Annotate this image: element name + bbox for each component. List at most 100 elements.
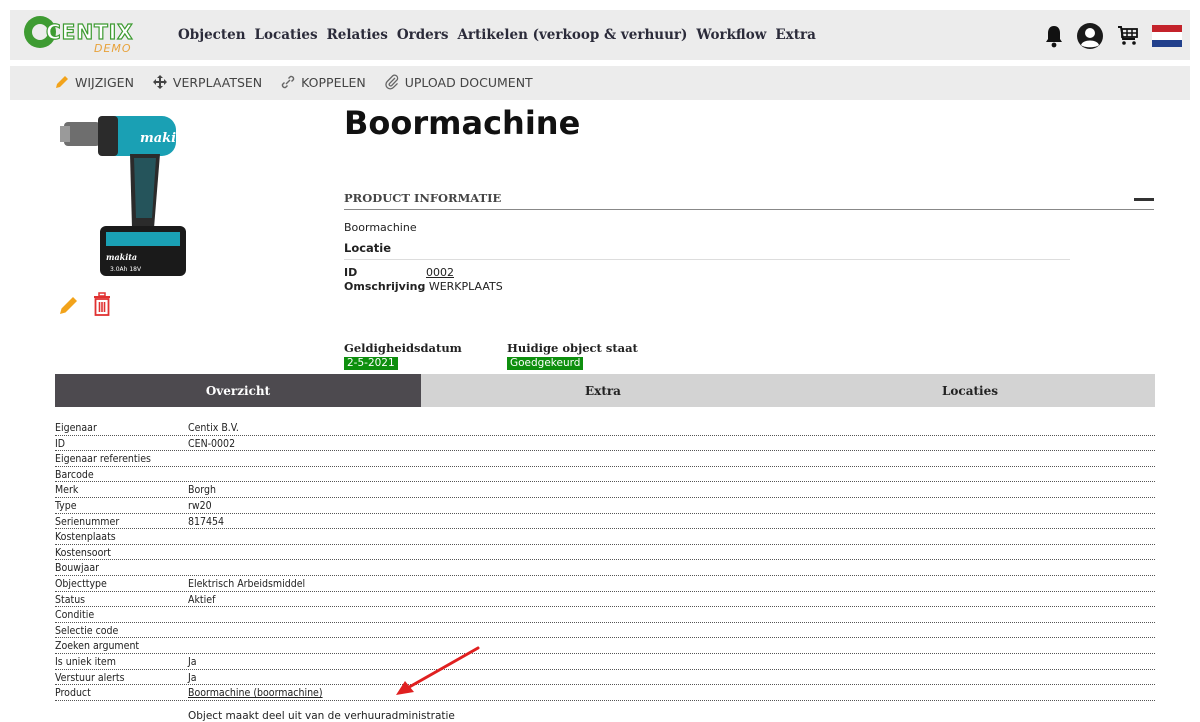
validity-label: Geldigheidsdatum (344, 341, 462, 355)
property-key: Kostenplaats (55, 531, 116, 544)
property-value: rw20 (188, 499, 212, 512)
property-value: Ja (188, 655, 197, 668)
location-id-row: ID 0002 (344, 266, 454, 279)
property-value: Centix B.V. (188, 422, 239, 434)
property-key: Status (55, 593, 86, 606)
property-row: Eigenaar referenties (55, 451, 1155, 467)
centix-logo[interactable]: CENTIX DEMO (24, 14, 164, 56)
validity-block: Geldigheidsdatum 2-5-2021 (344, 341, 462, 370)
nav-objecten[interactable]: Objecten (178, 27, 246, 43)
property-value: Elektrisch Arbeidsmiddel (188, 577, 306, 590)
logo-subtitle: DEMO (94, 42, 132, 55)
object-state-block: Huidige object staat Goedgekeurd (507, 341, 638, 370)
property-row: Kostenplaats (55, 529, 1155, 545)
collapse-icon[interactable] (1134, 198, 1154, 201)
tab-locaties[interactable]: Locaties (785, 374, 1155, 407)
action-toolbar: WIJZIGEN VERPLAATSEN KOPPELEN UPLOAD DOC… (10, 66, 1190, 100)
trash-icon[interactable] (92, 292, 112, 316)
description-label: Omschrijving (344, 280, 426, 293)
property-key: Conditie (55, 609, 95, 622)
top-icon-group (1044, 22, 1182, 50)
property-row: Conditie (55, 607, 1155, 623)
property-key: Eigenaar (55, 422, 97, 434)
tab-overzicht[interactable]: Overzicht (55, 374, 421, 407)
location-heading: Locatie (344, 241, 392, 255)
property-key: Zoeken argument (55, 640, 140, 653)
link-action-button[interactable]: KOPPELEN (280, 74, 366, 90)
tab-extra[interactable]: Extra (421, 374, 785, 407)
property-key: ID (55, 437, 66, 450)
link-action-label: KOPPELEN (301, 74, 366, 90)
bell-icon[interactable] (1044, 24, 1064, 48)
object-state-badge: Goedgekeurd (507, 357, 584, 370)
svg-text:3.0Ah 18V: 3.0Ah 18V (110, 266, 142, 273)
top-navigation-bar: CENTIX DEMO Objecten Locaties Relaties O… (10, 10, 1190, 60)
property-row: Eigenaar Centix B.V. (55, 420, 1155, 436)
property-key: Objecttype (55, 577, 107, 590)
nav-locaties[interactable]: Locaties (255, 27, 318, 43)
nav-artikelen[interactable]: Artikelen (verkoop & verhuur) (457, 27, 687, 43)
property-key: Verstuur alerts (55, 671, 125, 684)
property-value: Aktief (188, 593, 216, 606)
annotation-arrow-icon (396, 646, 480, 695)
rental-admin-note: Object maakt deel uit van de verhuuradmi… (188, 710, 455, 722)
description-value: WERKPLAATS (428, 280, 503, 293)
property-key: Is uniek item (55, 655, 116, 668)
pencil-icon[interactable] (58, 294, 80, 316)
move-action-button[interactable]: VERPLAATSEN (152, 74, 262, 90)
property-row-product: Product Boormachine (boormachine) (55, 685, 1155, 701)
property-row: ID CEN-0002 (55, 436, 1155, 452)
svg-text:makita: makita (106, 252, 137, 262)
property-key: Eigenaar referenties (55, 453, 151, 466)
edit-action-label: WIJZIGEN (75, 74, 134, 90)
property-row: Objecttype Elektrisch Arbeidsmiddel (55, 576, 1155, 592)
product-link[interactable]: Boormachine (boormachine) (188, 686, 323, 700)
object-state-label: Huidige object staat (507, 341, 638, 355)
validity-badge: 2-5-2021 (344, 357, 398, 370)
property-row: Is uniek item Ja (55, 654, 1155, 670)
location-id-label: ID (344, 266, 358, 279)
nav-orders[interactable]: Orders (397, 27, 449, 43)
property-key: Serienummer (55, 515, 120, 528)
product-image: makita makita 3.0Ah 18V (60, 116, 190, 276)
property-row: Zoeken argument (55, 638, 1155, 654)
move-action-label: VERPLAATSEN (172, 74, 263, 90)
nav-extra[interactable]: Extra (775, 27, 815, 43)
property-value: CEN-0002 (188, 437, 236, 450)
property-row: Serienummer 817454 (55, 514, 1155, 530)
flag-nl-icon[interactable] (1152, 25, 1182, 47)
info-divider (344, 259, 1070, 260)
section-title: PRODUCT INFORMATIE (344, 191, 502, 205)
property-row: Status Aktief (55, 592, 1155, 608)
nav-relaties[interactable]: Relaties (327, 27, 388, 43)
paperclip-icon (385, 74, 398, 90)
property-key: Product (55, 687, 91, 700)
upload-document-label: UPLOAD DOCUMENT (404, 74, 533, 90)
user-icon[interactable] (1076, 22, 1104, 50)
property-row: Bouwjaar (55, 560, 1155, 576)
location-id-link[interactable]: 0002 (426, 266, 454, 279)
properties-table: Eigenaar Centix B.V. ID CEN-0002 Eigenaar … (55, 420, 1155, 701)
cart-icon[interactable] (1116, 24, 1140, 48)
property-key: Merk (55, 484, 79, 497)
property-key: Bouwjaar (55, 562, 100, 575)
property-row: Barcode (55, 467, 1155, 483)
property-key: Barcode (55, 468, 94, 481)
svg-text:makita: makita (140, 131, 190, 146)
detail-tabs: Overzicht Extra Locaties (55, 374, 1155, 407)
upload-document-button[interactable]: UPLOAD DOCUMENT (384, 74, 533, 90)
property-row: Merk Borgh (55, 482, 1155, 498)
property-row: Kostensoort (55, 545, 1155, 561)
move-arrows-icon (152, 75, 167, 89)
property-value: Ja (188, 671, 197, 684)
edit-action-button[interactable]: WIJZIGEN (54, 74, 134, 90)
property-key: Type (55, 499, 77, 512)
property-key: Kostensoort (55, 546, 111, 559)
link-icon (281, 75, 295, 89)
pencil-icon (56, 76, 68, 88)
nav-workflow[interactable]: Workflow (696, 27, 766, 43)
product-info-section: PRODUCT INFORMATIE (344, 188, 1154, 210)
product-name: Boormachine (344, 221, 417, 234)
property-value: Borgh (188, 484, 216, 497)
page-title: Boormachine (344, 104, 581, 142)
